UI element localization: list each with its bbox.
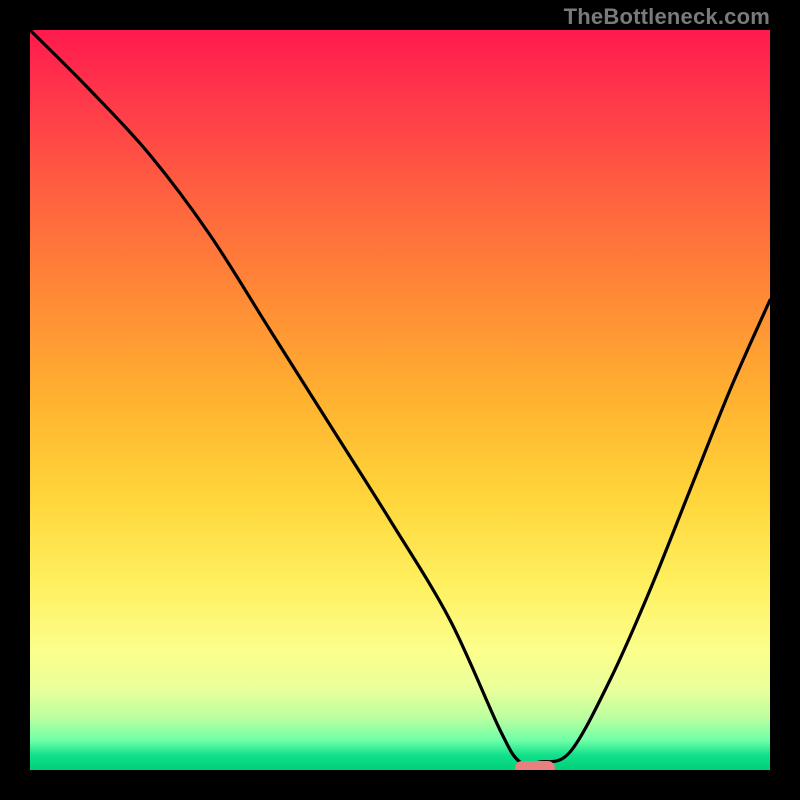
watermark-text: TheBottleneck.com xyxy=(564,4,770,30)
chart-frame: TheBottleneck.com xyxy=(0,0,800,800)
optimum-marker xyxy=(515,761,555,770)
bottleneck-curve xyxy=(30,30,770,770)
curve-path xyxy=(30,30,770,765)
plot-area xyxy=(30,30,770,770)
